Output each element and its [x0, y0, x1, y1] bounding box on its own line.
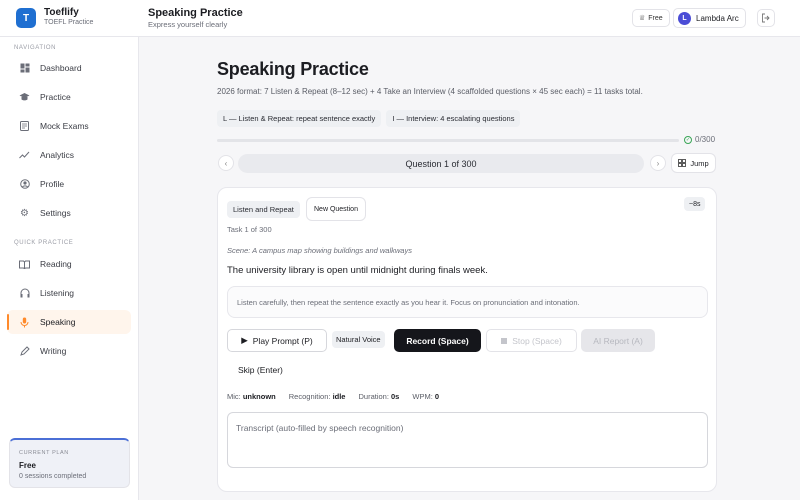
transcript-field[interactable]	[227, 412, 708, 468]
sidebar-item-label: Writing	[40, 346, 67, 356]
plan-badge[interactable]: ♕ Free	[632, 9, 670, 27]
sidebar-item-writing[interactable]: Writing	[7, 339, 131, 363]
headphones-icon	[19, 288, 30, 299]
sidebar-item-speaking[interactable]: Speaking	[7, 310, 131, 334]
recording-stats: Mic: unknown Recognition: idle Duration:…	[227, 392, 439, 401]
plan-badge-label: Free	[648, 14, 663, 22]
skip-button[interactable]: Skip (Enter)	[227, 358, 294, 381]
quick-section-heading: QUICK PRACTICE	[14, 240, 74, 246]
progress-bar	[217, 139, 679, 142]
format-description: 2026 format: 7 Listen & Repeat (8–12 sec…	[217, 87, 643, 96]
play-prompt-button[interactable]: ▶ Play Prompt (P)	[227, 329, 327, 352]
instruction-box: Listen carefully, then repeat the senten…	[227, 286, 708, 318]
book-icon	[19, 259, 30, 270]
question-card: Listen and Repeat New Question ~8s Task …	[217, 187, 717, 492]
user-menu-button[interactable]: L Lambda Arc	[673, 8, 746, 28]
plan-card-label: CURRENT PLAN	[19, 450, 69, 456]
crown-icon: ♕	[639, 15, 646, 22]
microphone-icon	[19, 317, 30, 328]
sidebar-item-label: Speaking	[40, 317, 76, 327]
plan-card-sessions: 0 sessions completed	[19, 473, 87, 480]
sidebar-item-analytics[interactable]: Analytics	[7, 143, 131, 167]
page-title: Speaking Practice	[217, 59, 369, 79]
sidebar-item-label: Practice	[40, 92, 71, 102]
sidebar-item-settings[interactable]: ⚙ Settings	[7, 201, 131, 225]
sidebar-item-practice[interactable]: Practice	[7, 85, 131, 109]
sidebar-item-label: Analytics	[40, 150, 75, 160]
logout-button[interactable]	[757, 9, 775, 27]
graduation-cap-icon	[19, 92, 30, 103]
sidebar-item-listening[interactable]: Listening	[7, 281, 131, 305]
sidebar-item-label: Profile	[40, 179, 65, 189]
avatar: L	[678, 11, 691, 25]
app-logo[interactable]: T	[16, 8, 36, 28]
sidebar-item-reading[interactable]: Reading	[7, 252, 131, 276]
sidebar-item-profile[interactable]: Profile	[7, 172, 131, 196]
sidebar-item-label: Mock Exams	[40, 121, 89, 131]
chevron-right-icon: ›	[656, 158, 660, 168]
document-icon	[19, 121, 30, 132]
header-subtitle: Express yourself clearly	[148, 20, 228, 29]
time-badge: ~8s	[684, 197, 706, 211]
pencil-icon	[19, 346, 30, 357]
gear-icon: ⚙	[20, 207, 29, 219]
trend-chart-icon	[19, 150, 30, 161]
jump-button-label: Jump	[690, 158, 709, 168]
play-icon: ▶	[241, 335, 248, 345]
new-question-button[interactable]: New Question	[306, 197, 366, 221]
sidebar-item-label: Listening	[40, 288, 75, 298]
scene-description: Scene: A campus map showing buildings an…	[227, 246, 412, 255]
stat-mic: Mic: unknown	[227, 392, 276, 401]
current-plan-card[interactable]: CURRENT PLAN Free 0 sessions completed	[9, 438, 130, 488]
check-circle-icon: ✓	[684, 135, 692, 144]
nav-section-heading: NAVIGATION	[14, 45, 57, 51]
prompt-sentence: The university library is open until mid…	[227, 265, 488, 276]
stop-button-label: Stop (Space)	[512, 335, 562, 346]
play-prompt-label: Play Prompt (P)	[252, 335, 313, 346]
voice-chip[interactable]: Natural Voice	[332, 331, 385, 348]
sidebar-item-mock-exams[interactable]: Mock Exams	[7, 114, 131, 138]
sidebar-item-dashboard[interactable]: Dashboard	[7, 56, 131, 80]
jump-button[interactable]: Jump	[671, 153, 716, 173]
task-number: Task 1 of 300	[227, 225, 272, 234]
question-indicator: Question 1 of 300	[238, 154, 644, 173]
header-title: Speaking Practice	[148, 7, 243, 19]
user-name: Lambda Arc	[696, 13, 739, 23]
dashboard-icon	[19, 63, 30, 74]
app-name: Toeflify	[44, 7, 79, 18]
stat-wpm: WPM: 0	[412, 392, 440, 401]
user-icon	[19, 179, 30, 190]
grid-icon	[678, 159, 687, 167]
progress-count-label: 0/300	[695, 135, 716, 144]
stop-icon	[501, 337, 508, 344]
ai-report-button[interactable]: AI Report (A)	[581, 329, 655, 352]
sidebar: NAVIGATION Dashboard Practice Mock Exams…	[0, 37, 139, 500]
app-subtitle: TOEFL Practice	[44, 19, 94, 26]
stat-duration: Duration: 0s	[358, 392, 400, 401]
sidebar-item-label: Reading	[40, 259, 72, 269]
task-type-chip: Listen and Repeat	[227, 201, 300, 218]
stop-button[interactable]: Stop (Space)	[486, 329, 577, 352]
record-button[interactable]: Record (Space)	[394, 329, 481, 352]
previous-question-button[interactable]: ‹	[218, 155, 234, 171]
progress-count: ✓ 0/300	[684, 135, 715, 144]
plan-card-name: Free	[19, 461, 36, 470]
chip-listen-repeat: L — Listen & Repeat: repeat sentence exa…	[217, 110, 382, 127]
top-bar: T Toeflify TOEFL Practice Speaking Pract…	[0, 0, 800, 37]
chip-interview: I — Interview: 4 escalating questions	[386, 110, 521, 127]
chevron-left-icon: ‹	[224, 158, 228, 168]
next-question-button[interactable]: ›	[650, 155, 666, 171]
task-type-chips: L — Listen & Repeat: repeat sentence exa…	[217, 110, 521, 127]
sidebar-item-label: Dashboard	[40, 63, 82, 73]
sidebar-item-label: Settings	[40, 208, 71, 218]
logout-icon	[762, 13, 770, 23]
stat-recognition: Recognition: idle	[288, 392, 346, 401]
